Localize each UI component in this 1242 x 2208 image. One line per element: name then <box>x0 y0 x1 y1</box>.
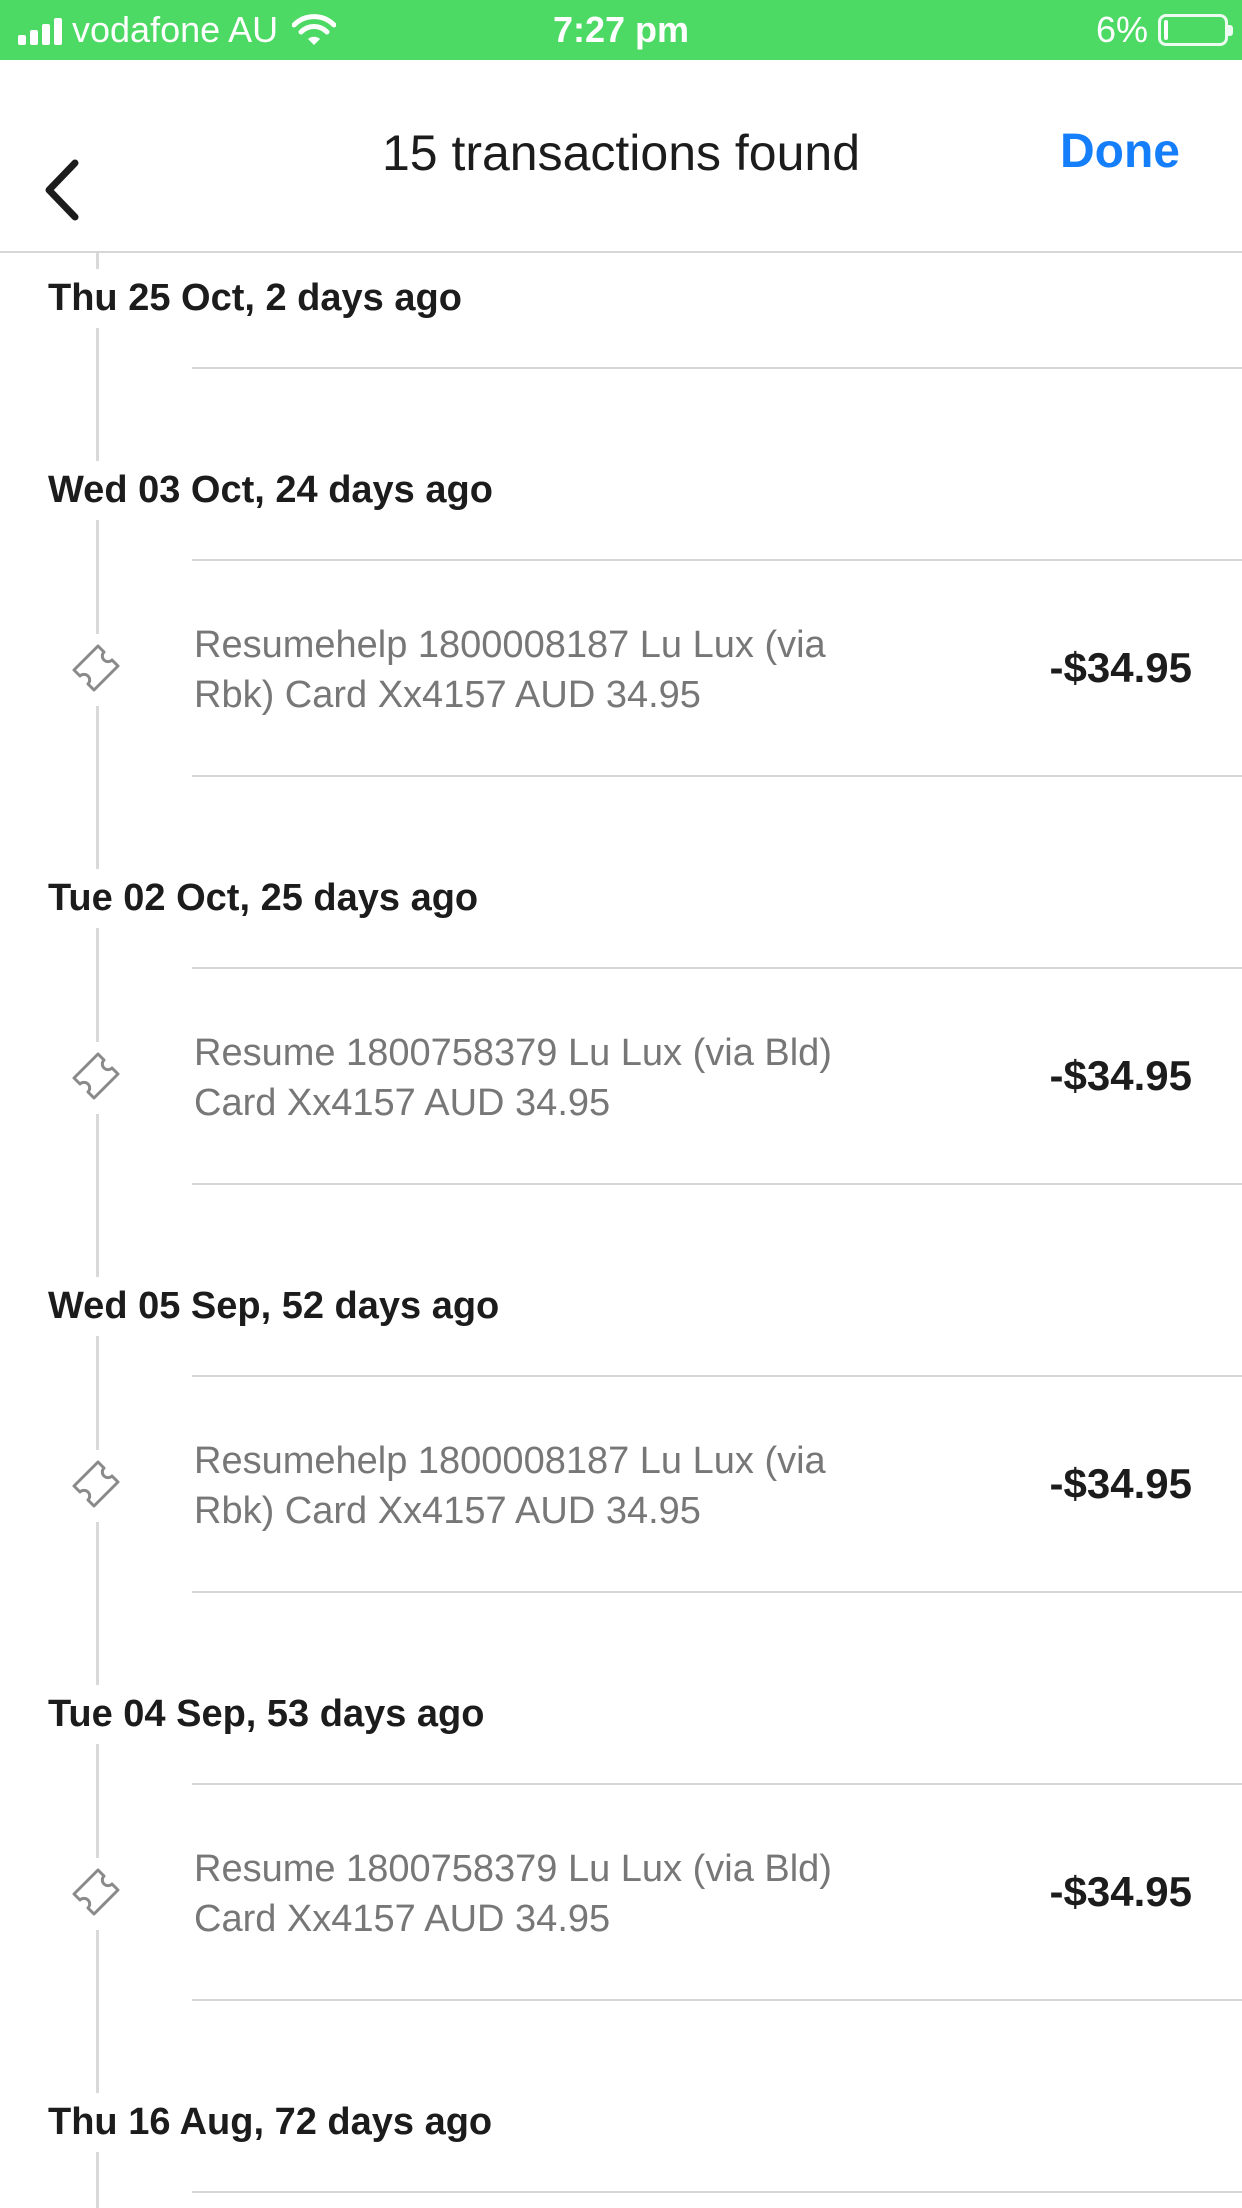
date-header: Thu 16 Aug, 72 days ago <box>48 2093 493 2152</box>
status-time: 7:27 pm <box>552 9 690 50</box>
divider <box>192 1183 1242 1185</box>
ticket-icon <box>62 1450 134 1522</box>
page-title: 15 transactions found <box>381 125 861 181</box>
ticket-icon <box>62 1042 134 1114</box>
navigation-bar: 15 transactions found Done <box>0 60 1242 253</box>
divider <box>192 367 1242 369</box>
transaction-amount: -$34.95 <box>1049 1868 1192 1915</box>
transaction-description: Resumehelp 1800008187 Lu Lux (via Rbk) C… <box>194 1440 826 1532</box>
date-header: Tue 02 Oct, 25 days ago <box>48 869 479 928</box>
battery-percent: 6% <box>1095 9 1148 50</box>
transaction-amount: -$34.95 <box>1049 644 1192 691</box>
done-button[interactable]: Done <box>1060 124 1180 179</box>
date-header: Thu 25 Oct, 2 days ago <box>48 269 462 328</box>
transaction-amount: -$34.95 <box>1049 1052 1192 1099</box>
battery-level <box>1164 20 1168 40</box>
divider <box>192 1783 1242 1785</box>
divider <box>192 967 1242 969</box>
divider <box>192 1999 1242 2001</box>
divider <box>192 1591 1242 1593</box>
date-header: Tue 04 Sep, 53 days ago <box>48 1685 485 1744</box>
divider <box>192 1375 1242 1377</box>
status-bar: vodafone AU 7:27 pm 6% <box>0 0 1242 60</box>
date-header: Wed 05 Sep, 52 days ago <box>48 1277 500 1336</box>
ticket-icon <box>62 1858 134 1930</box>
date-header: Wed 03 Oct, 24 days ago <box>48 461 493 520</box>
divider <box>192 775 1242 777</box>
transaction-description: Resumehelp 1800008187 Lu Lux (via Rbk) C… <box>194 624 826 716</box>
divider <box>192 2191 1242 2193</box>
divider <box>192 559 1242 561</box>
transaction-description: Resume 1800758379 Lu Lux (via Bld) Card … <box>194 1848 832 1940</box>
transaction-description: Resume 1800758379 Lu Lux (via Bld) Card … <box>194 1032 832 1124</box>
status-right: 6% <box>1095 0 1233 60</box>
battery-icon <box>1158 14 1233 46</box>
transaction-amount: -$34.95 <box>1049 1460 1192 1507</box>
ticket-icon <box>62 634 134 706</box>
